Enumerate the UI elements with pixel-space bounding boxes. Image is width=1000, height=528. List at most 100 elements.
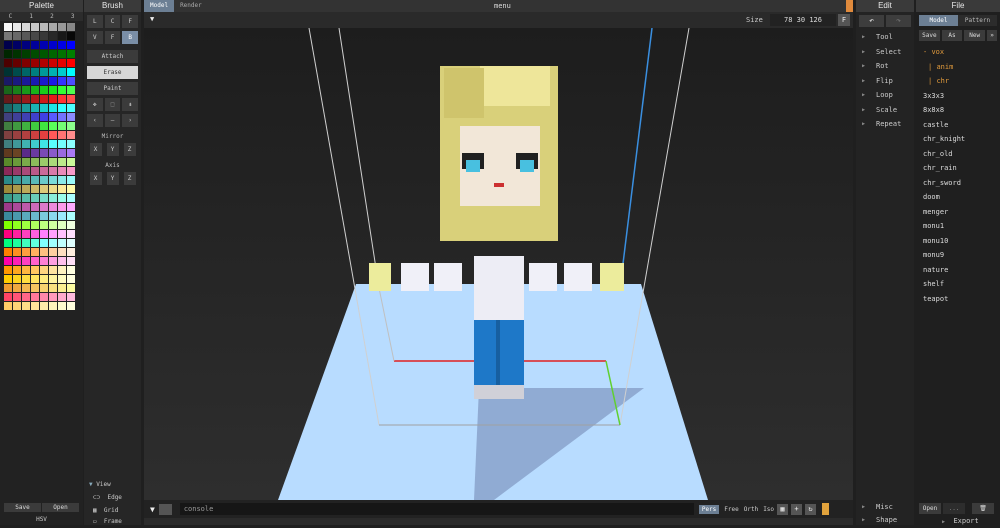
color-swatch[interactable] [40,95,48,103]
color-swatch[interactable] [49,167,57,175]
color-swatch[interactable] [13,23,21,31]
color-swatch[interactable] [31,194,39,202]
color-swatch[interactable] [13,293,21,301]
color-swatch[interactable] [40,266,48,274]
paint-button[interactable]: Paint [87,82,138,95]
color-swatch[interactable] [49,122,57,130]
color-swatch[interactable] [40,149,48,157]
color-swatch[interactable] [31,266,39,274]
color-swatch[interactable] [22,104,30,112]
file-folder-chr[interactable]: | chr [928,74,1000,89]
color-swatch[interactable] [40,194,48,202]
color-swatch[interactable] [40,230,48,238]
color-swatch[interactable] [13,248,21,256]
color-swatch[interactable] [13,77,21,85]
color-swatch[interactable] [31,95,39,103]
brush-shape-f[interactable]: F [122,15,139,28]
color-swatch[interactable] [22,266,30,274]
color-swatch[interactable] [40,293,48,301]
brush-type-v[interactable]: V [87,31,103,44]
select-box-icon[interactable]: ⬚ [104,98,121,111]
color-swatch[interactable] [22,167,30,175]
color-swatch[interactable] [13,266,21,274]
axis-x-button[interactable]: X [89,172,102,185]
file-item[interactable]: shelf [923,277,1000,292]
color-swatch[interactable] [40,257,48,265]
color-swatch[interactable] [40,122,48,130]
color-swatch[interactable] [4,140,12,148]
color-swatch[interactable] [58,59,66,67]
edit-item-rot[interactable]: ▶ Rot [862,59,914,74]
color-swatch[interactable] [67,104,75,112]
color-swatch[interactable] [13,131,21,139]
edge-toggle[interactable]: ⊂⊃ Edge [93,494,122,501]
color-swatch[interactable] [49,212,57,220]
color-swatch[interactable] [58,50,66,58]
color-swatch[interactable] [4,212,12,220]
color-swatch[interactable] [13,167,21,175]
color-swatch[interactable] [22,293,30,301]
color-swatch[interactable] [58,302,66,310]
color-swatch[interactable] [67,95,75,103]
file-item[interactable]: chr_old [923,147,1000,162]
color-swatch[interactable] [13,149,21,157]
color-swatch[interactable] [31,68,39,76]
color-swatch[interactable] [58,32,66,40]
rotate-icon[interactable]: ↻ [805,503,817,515]
color-swatch[interactable] [22,77,30,85]
color-swatch[interactable] [4,77,12,85]
color-swatch[interactable] [58,68,66,76]
color-swatch[interactable] [13,122,21,130]
color-swatch[interactable] [13,221,21,229]
tab-render[interactable]: Render [174,0,208,12]
color-swatch[interactable] [67,266,75,274]
file-item[interactable]: monu10 [923,234,1000,249]
color-swatch[interactable] [49,149,57,157]
file-item[interactable]: chr_sword [923,176,1000,191]
color-swatch[interactable] [40,284,48,292]
palette-save-button[interactable]: Save [4,503,41,512]
minus-icon[interactable]: – [104,114,121,127]
mirror-z-button[interactable]: Z [123,143,136,156]
color-swatch[interactable] [4,266,12,274]
color-swatch[interactable] [67,230,75,238]
color-swatch[interactable] [22,140,30,148]
file-item[interactable]: castle [923,118,1000,133]
color-swatch[interactable] [40,77,48,85]
color-swatch[interactable] [49,104,57,112]
color-swatch[interactable] [22,176,30,184]
color-swatch[interactable] [67,212,75,220]
color-swatch[interactable] [13,41,21,49]
color-swatch[interactable] [22,23,30,31]
color-swatch[interactable] [58,23,66,31]
color-swatch[interactable] [49,248,57,256]
color-swatch[interactable] [4,221,12,229]
color-swatch[interactable] [40,131,48,139]
mode-iso[interactable]: Iso [763,506,774,513]
color-swatch[interactable] [67,68,75,76]
file-folder-anim[interactable]: | anim [928,60,1000,75]
brush-type-f[interactable]: F [104,31,121,44]
color-swatch[interactable] [58,284,66,292]
color-swatch[interactable] [31,32,39,40]
color-swatch[interactable] [22,239,30,247]
camera-icon[interactable] [158,503,172,515]
color-swatch[interactable] [67,293,75,301]
color-swatch[interactable] [13,239,21,247]
color-swatch[interactable] [31,140,39,148]
color-swatch[interactable] [4,176,12,184]
mirror-x-button[interactable]: X [89,143,102,156]
color-swatch[interactable] [58,140,66,148]
color-swatch[interactable] [4,68,12,76]
color-swatch[interactable] [58,221,66,229]
color-swatch[interactable] [22,149,30,157]
palette-tab-2[interactable]: 2 [42,12,63,21]
color-swatch[interactable] [31,149,39,157]
color-swatch[interactable] [67,275,75,283]
color-swatch[interactable] [22,275,30,283]
color-swatch[interactable] [40,32,48,40]
color-swatch[interactable] [4,95,12,103]
color-swatch[interactable] [49,185,57,193]
palette-open-button[interactable]: Open [42,503,79,512]
color-swatch[interactable] [49,203,57,211]
